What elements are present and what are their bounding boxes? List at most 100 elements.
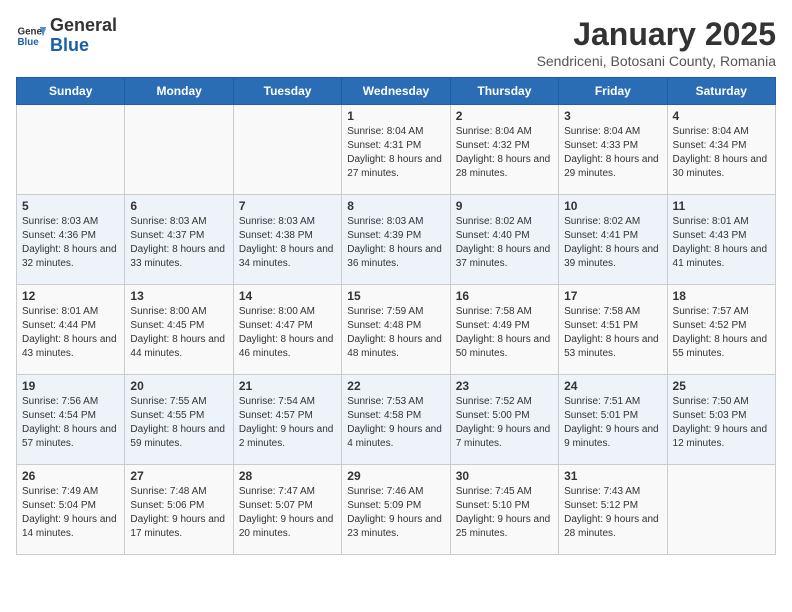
day-number: 6 (130, 199, 227, 213)
day-info: Sunrise: 7:58 AM Sunset: 4:49 PM Dayligh… (456, 305, 553, 361)
day-info: Sunrise: 7:49 AM Sunset: 5:04 PM Dayligh… (22, 485, 119, 541)
day-number: 12 (22, 289, 119, 303)
day-number: 13 (130, 289, 227, 303)
day-info: Sunrise: 7:47 AM Sunset: 5:07 PM Dayligh… (239, 485, 336, 541)
calendar-cell: 10 Sunrise: 8:02 AM Sunset: 4:41 PM Dayli… (559, 195, 667, 285)
day-info: Sunrise: 8:04 AM Sunset: 4:33 PM Dayligh… (564, 125, 661, 181)
day-info: Sunrise: 7:58 AM Sunset: 4:51 PM Dayligh… (564, 305, 661, 361)
weekday-header-sunday: Sunday (17, 78, 125, 105)
weekday-header-saturday: Saturday (667, 78, 775, 105)
calendar-table: SundayMondayTuesdayWednesdayThursdayFrid… (16, 77, 776, 555)
page-header: General Blue General Blue January 2025 S… (16, 16, 776, 69)
weekday-header-friday: Friday (559, 78, 667, 105)
calendar-cell: 15 Sunrise: 7:59 AM Sunset: 4:48 PM Dayli… (342, 285, 450, 375)
day-number: 25 (673, 379, 770, 393)
weekday-header-wednesday: Wednesday (342, 78, 450, 105)
calendar-cell: 27 Sunrise: 7:48 AM Sunset: 5:06 PM Dayli… (125, 465, 233, 555)
calendar-cell: 5 Sunrise: 8:03 AM Sunset: 4:36 PM Daylig… (17, 195, 125, 285)
page-subtitle: Sendriceni, Botosani County, Romania (537, 53, 776, 69)
day-info: Sunrise: 8:02 AM Sunset: 4:41 PM Dayligh… (564, 215, 661, 271)
logo-blue-text: Blue (50, 35, 89, 55)
day-number: 27 (130, 469, 227, 483)
day-number: 9 (456, 199, 553, 213)
day-info: Sunrise: 8:03 AM Sunset: 4:39 PM Dayligh… (347, 215, 444, 271)
day-info: Sunrise: 7:55 AM Sunset: 4:55 PM Dayligh… (130, 395, 227, 451)
weekday-header-tuesday: Tuesday (233, 78, 341, 105)
day-info: Sunrise: 8:00 AM Sunset: 4:47 PM Dayligh… (239, 305, 336, 361)
day-number: 8 (347, 199, 444, 213)
calendar-cell: 22Sunrise: 7:53 AM Sunset: 4:58 PM Dayli… (342, 375, 450, 465)
calendar-cell: 4 Sunrise: 8:04 AM Sunset: 4:34 PM Daylig… (667, 105, 775, 195)
weekday-header-thursday: Thursday (450, 78, 558, 105)
day-info: Sunrise: 8:02 AM Sunset: 4:40 PM Dayligh… (456, 215, 553, 271)
day-info: Sunrise: 7:50 AM Sunset: 5:03 PM Dayligh… (673, 395, 770, 451)
day-info: Sunrise: 7:43 AM Sunset: 5:12 PM Dayligh… (564, 485, 661, 541)
day-info: Sunrise: 8:04 AM Sunset: 4:34 PM Dayligh… (673, 125, 770, 181)
day-info: Sunrise: 7:48 AM Sunset: 5:06 PM Dayligh… (130, 485, 227, 541)
calendar-cell: 9 Sunrise: 8:02 AM Sunset: 4:40 PM Daylig… (450, 195, 558, 285)
calendar-cell: 28 Sunrise: 7:47 AM Sunset: 5:07 PM Dayli… (233, 465, 341, 555)
day-number: 7 (239, 199, 336, 213)
calendar-cell: 11 Sunrise: 8:01 AM Sunset: 4:43 PM Dayli… (667, 195, 775, 285)
page-title: January 2025 (537, 16, 776, 53)
calendar-week-2: 5 Sunrise: 8:03 AM Sunset: 4:36 PM Daylig… (17, 195, 776, 285)
day-number: 11 (673, 199, 770, 213)
day-number: 18 (673, 289, 770, 303)
day-info: Sunrise: 8:03 AM Sunset: 4:37 PM Dayligh… (130, 215, 227, 271)
day-info: Sunrise: 7:53 AM Sunset: 4:58 PM Dayligh… (347, 395, 444, 451)
calendar-week-3: 12 Sunrise: 8:01 AM Sunset: 4:44 PM Dayli… (17, 285, 776, 375)
calendar-week-1: 1 Sunrise: 8:04 AM Sunset: 4:31 PM Daylig… (17, 105, 776, 195)
calendar-cell: 30Sunrise: 7:45 AM Sunset: 5:10 PM Dayli… (450, 465, 558, 555)
calendar-cell: 26Sunrise: 7:49 AM Sunset: 5:04 PM Dayli… (17, 465, 125, 555)
day-info: Sunrise: 7:46 AM Sunset: 5:09 PM Dayligh… (347, 485, 444, 541)
calendar-cell: 23Sunrise: 7:52 AM Sunset: 5:00 PM Dayli… (450, 375, 558, 465)
calendar-cell: 16 Sunrise: 7:58 AM Sunset: 4:49 PM Dayli… (450, 285, 558, 375)
calendar-cell: 31 Sunrise: 7:43 AM Sunset: 5:12 PM Dayli… (559, 465, 667, 555)
calendar-cell: 29 Sunrise: 7:46 AM Sunset: 5:09 PM Dayli… (342, 465, 450, 555)
calendar-cell: 25 Sunrise: 7:50 AM Sunset: 5:03 PM Dayli… (667, 375, 775, 465)
day-info: Sunrise: 7:59 AM Sunset: 4:48 PM Dayligh… (347, 305, 444, 361)
day-number: 20 (130, 379, 227, 393)
calendar-cell: 3 Sunrise: 8:04 AM Sunset: 4:33 PM Daylig… (559, 105, 667, 195)
day-number: 30 (456, 469, 553, 483)
calendar-cell (125, 105, 233, 195)
calendar-cell: 2Sunrise: 8:04 AM Sunset: 4:32 PM Daylig… (450, 105, 558, 195)
calendar-body: 1 Sunrise: 8:04 AM Sunset: 4:31 PM Daylig… (17, 105, 776, 555)
calendar-cell: 21Sunrise: 7:54 AM Sunset: 4:57 PM Dayli… (233, 375, 341, 465)
calendar-cell (667, 465, 775, 555)
day-info: Sunrise: 8:04 AM Sunset: 4:31 PM Dayligh… (347, 125, 444, 181)
day-info: Sunrise: 7:54 AM Sunset: 4:57 PM Dayligh… (239, 395, 336, 451)
calendar-cell: 18 Sunrise: 7:57 AM Sunset: 4:52 PM Dayli… (667, 285, 775, 375)
day-number: 1 (347, 109, 444, 123)
day-info: Sunrise: 8:04 AM Sunset: 4:32 PM Dayligh… (456, 125, 553, 181)
calendar-cell: 17Sunrise: 7:58 AM Sunset: 4:51 PM Dayli… (559, 285, 667, 375)
day-number: 31 (564, 469, 661, 483)
day-number: 29 (347, 469, 444, 483)
calendar-cell: 14Sunrise: 8:00 AM Sunset: 4:47 PM Dayli… (233, 285, 341, 375)
calendar-cell (233, 105, 341, 195)
calendar-cell: 6 Sunrise: 8:03 AM Sunset: 4:37 PM Daylig… (125, 195, 233, 285)
day-info: Sunrise: 7:57 AM Sunset: 4:52 PM Dayligh… (673, 305, 770, 361)
day-number: 24 (564, 379, 661, 393)
day-info: Sunrise: 8:01 AM Sunset: 4:43 PM Dayligh… (673, 215, 770, 271)
calendar-week-5: 26Sunrise: 7:49 AM Sunset: 5:04 PM Dayli… (17, 465, 776, 555)
day-number: 28 (239, 469, 336, 483)
day-number: 10 (564, 199, 661, 213)
day-info: Sunrise: 8:00 AM Sunset: 4:45 PM Dayligh… (130, 305, 227, 361)
day-info: Sunrise: 8:01 AM Sunset: 4:44 PM Dayligh… (22, 305, 119, 361)
logo-icon: General Blue (16, 21, 46, 51)
day-number: 23 (456, 379, 553, 393)
day-number: 5 (22, 199, 119, 213)
day-number: 4 (673, 109, 770, 123)
weekday-header-row: SundayMondayTuesdayWednesdayThursdayFrid… (17, 78, 776, 105)
day-number: 16 (456, 289, 553, 303)
day-number: 15 (347, 289, 444, 303)
day-number: 3 (564, 109, 661, 123)
logo: General Blue General Blue (16, 16, 117, 56)
day-info: Sunrise: 8:03 AM Sunset: 4:36 PM Dayligh… (22, 215, 119, 271)
calendar-week-4: 19 Sunrise: 7:56 AM Sunset: 4:54 PM Dayli… (17, 375, 776, 465)
day-info: Sunrise: 7:51 AM Sunset: 5:01 PM Dayligh… (564, 395, 661, 451)
day-number: 19 (22, 379, 119, 393)
day-info: Sunrise: 7:56 AM Sunset: 4:54 PM Dayligh… (22, 395, 119, 451)
calendar-header: SundayMondayTuesdayWednesdayThursdayFrid… (17, 78, 776, 105)
